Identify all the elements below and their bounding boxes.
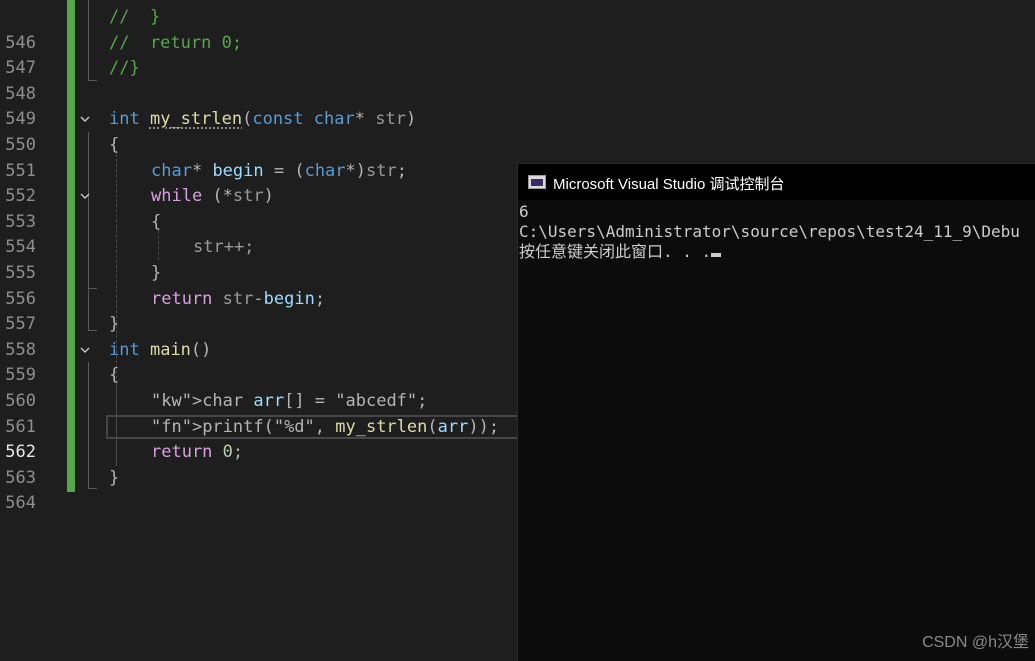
code-text: int my_strlen(const char* str)	[109, 109, 417, 130]
line-number: 564	[5, 493, 36, 514]
debug-console-window[interactable]: Microsoft Visual Studio 调试控制台 6 C:\Users\…	[517, 163, 1035, 661]
code-text: //}	[109, 58, 140, 79]
code-text: "fn">printf("%d", my_strlen(arr));	[151, 416, 500, 437]
code-line[interactable]: 548 //}	[0, 56, 1035, 104]
code-text: char* begin = (char*)str;	[151, 160, 407, 181]
fold-chevron-icon[interactable]	[80, 345, 90, 355]
code-line[interactable]: 549	[0, 82, 1035, 129]
console-cursor	[711, 253, 722, 257]
console-line: C:\Users\Administrator\source\repos\test…	[519, 222, 1020, 241]
code-text: "kw">char arr[] = "abcedf";	[151, 391, 428, 411]
code-line[interactable]: 551 {	[0, 133, 1035, 181]
code-text: {	[109, 135, 120, 155]
code-text: }	[109, 467, 120, 488]
console-title: Microsoft Visual Studio 调试控制台	[553, 176, 785, 193]
code-line[interactable]: 547 // return 0;	[0, 31, 1035, 79]
code-text: }	[109, 314, 120, 335]
fold-chevron-icon[interactable]	[80, 114, 90, 124]
code-line[interactable]: 550 int my_strlen(const char* str)	[0, 107, 1035, 155]
code-text: {	[109, 365, 120, 386]
fold-chevron-icon[interactable]	[80, 191, 90, 201]
code-text: return str-begin;	[151, 288, 326, 309]
watermark: CSDN @h汉堡	[922, 634, 1029, 651]
code-text: }	[151, 263, 162, 283]
code-text: str++;	[193, 237, 255, 258]
code-text: // return 0;	[109, 32, 243, 53]
code-line[interactable]: 546 // }	[0, 5, 1035, 53]
code-text: while (*str)	[151, 186, 274, 207]
console-line-text: 按任意键关闭此窗口. . .	[519, 242, 712, 261]
code-text: // }	[109, 7, 161, 27]
console-line: 按任意键关闭此窗口. . .	[519, 242, 1035, 262]
console-title-bar[interactable]: Microsoft Visual Studio 调试控制台	[518, 164, 1035, 200]
console-app-icon	[528, 175, 546, 189]
console-line: 6	[519, 202, 529, 221]
code-text: return 0;	[151, 442, 244, 463]
code-text: {	[151, 211, 162, 232]
console-output: 6 C:\Users\Administrator\source\repos\tes…	[519, 202, 1035, 262]
code-text: int main()	[109, 339, 212, 360]
